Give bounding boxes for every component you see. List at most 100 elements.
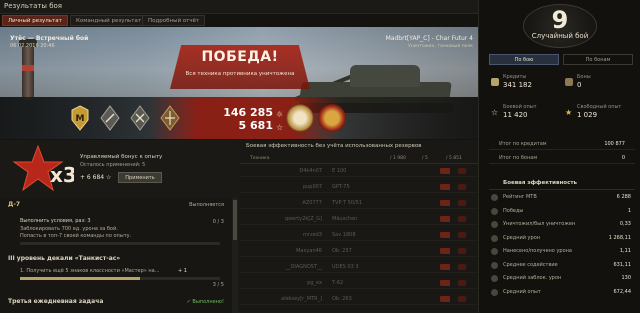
stat-label: Уничтожил/был уничтожен bbox=[503, 221, 576, 227]
earnings: 146 285 5 681 bbox=[203, 106, 273, 132]
table-row[interactable]: pup007 GPT-75 bbox=[240, 182, 478, 193]
damage-icon bbox=[440, 184, 450, 190]
task-code[interactable]: Д-7 bbox=[8, 201, 20, 208]
tab-by-battle[interactable]: По бою bbox=[489, 54, 559, 65]
bonds-icon bbox=[565, 78, 573, 86]
total-row: Итог по кредитам 100 877 bbox=[489, 140, 635, 150]
column-header[interactable]: Техника bbox=[250, 156, 270, 161]
damage-icon bbox=[440, 232, 450, 238]
task-progress: 0 / 3 bbox=[212, 219, 224, 225]
bonds-value: 0 bbox=[577, 81, 582, 89]
stat-icon bbox=[491, 261, 498, 269]
vehicle-name: Ob. 257 bbox=[332, 248, 352, 254]
bonus-multiplier: x3 bbox=[50, 163, 74, 187]
player-name: Maxyan46 bbox=[296, 248, 322, 254]
stat-value: 1 268,11 bbox=[608, 234, 631, 241]
stat-value: 1 bbox=[627, 207, 631, 214]
efficiency-row: Рейтинг МТВ 6 288 bbox=[489, 192, 635, 204]
table-row[interactable]: pg_ex Т-62 bbox=[240, 278, 478, 289]
award-medal-icon[interactable] bbox=[318, 104, 346, 132]
task-status: Выполняется bbox=[189, 202, 224, 208]
window-title: Результаты боя bbox=[4, 2, 62, 10]
vehicle-name: Ob. 263 bbox=[332, 296, 352, 302]
task-title[interactable]: III уровень декали «Танкист-ас» bbox=[8, 255, 120, 262]
efficiency-row: Среднее содействие 631,11 bbox=[489, 260, 635, 272]
table-row[interactable]: Maxyan46 Ob. 257 bbox=[240, 246, 478, 257]
apply-bonus-button[interactable]: Применить bbox=[118, 172, 162, 183]
total-label: Итог по кредитам bbox=[499, 141, 547, 147]
player-name: mrzed3 bbox=[303, 232, 322, 238]
mastery-badge-icon[interactable]: M bbox=[70, 105, 90, 131]
achievement-icon[interactable] bbox=[160, 105, 180, 131]
task-scrollbar[interactable] bbox=[232, 198, 238, 313]
task-progress-fill bbox=[20, 277, 140, 280]
column-header[interactable]: / 5 bbox=[422, 156, 428, 161]
task-progress-bar bbox=[20, 277, 220, 280]
efficiency-header[interactable]: Боевая эффективность bbox=[489, 178, 635, 190]
table-row[interactable]: D4k4n07 E 100 bbox=[240, 166, 478, 177]
task-progress-bar bbox=[20, 242, 220, 245]
total-value: 0 bbox=[621, 155, 625, 161]
tab-bar: Личный результат Командный результат Под… bbox=[0, 14, 478, 26]
tab-team[interactable]: Командный результат bbox=[70, 15, 148, 26]
summary-tabs: По бою По бонам bbox=[489, 54, 635, 66]
bonds-label: Боны bbox=[577, 74, 591, 80]
bonus-remaining: Осталось применений: 5 bbox=[80, 162, 146, 168]
achievement-icon[interactable] bbox=[130, 105, 150, 131]
scrollbar-thumb[interactable] bbox=[233, 200, 237, 240]
total-row: Итог по бонам 0 bbox=[489, 154, 635, 164]
stat-icon bbox=[491, 248, 498, 255]
vehicle-name: Т-62 bbox=[332, 280, 344, 286]
damage-icon bbox=[440, 200, 450, 206]
kill-icon bbox=[458, 168, 466, 174]
stat-value: 130 bbox=[621, 275, 631, 281]
map-name: Утёс — Встречный бой bbox=[10, 35, 89, 42]
credits-icon: ☼ bbox=[276, 110, 284, 119]
kill-icon bbox=[458, 264, 466, 270]
tier-number: 9 bbox=[551, 6, 569, 34]
xp-icon: ☆ bbox=[276, 123, 284, 132]
stat-icon bbox=[491, 275, 498, 282]
stat-label: Нанесено/получено урона bbox=[503, 248, 572, 254]
medal-row: M bbox=[70, 105, 190, 133]
stat-label: Среднее содействие bbox=[503, 261, 558, 268]
player-name: qwerty2k[Z_G] bbox=[284, 216, 322, 222]
kill-icon bbox=[458, 184, 466, 190]
achievement-icon[interactable] bbox=[100, 105, 120, 131]
total-label: Итог по бонам bbox=[499, 155, 538, 161]
vehicle-name: UDES 03 3 bbox=[332, 264, 359, 270]
tab-personal[interactable]: Личный результат bbox=[2, 15, 68, 26]
xp-earned: 5 681 bbox=[238, 119, 273, 132]
damage-icon bbox=[440, 280, 450, 286]
stat-icon bbox=[491, 221, 498, 228]
efficiency-row: Нанесено/получено урона 1,11 bbox=[489, 246, 635, 258]
free-xp-label: Свободный опыт bbox=[577, 104, 622, 110]
column-header[interactable]: / 1 980 bbox=[390, 156, 406, 161]
table-row[interactable]: qwerty2k[Z_G] Mäuschen bbox=[240, 214, 478, 225]
stat-value: 0,33 bbox=[619, 221, 631, 227]
killed-by: Уничтожен, танковый полк bbox=[408, 44, 473, 49]
tab-by-bonds[interactable]: По бонам bbox=[563, 54, 633, 65]
table-row[interactable]: __DIAGNOST__ UDES 03 3 bbox=[240, 262, 478, 273]
award-medal-icon[interactable] bbox=[286, 104, 314, 132]
stat-value: 6 288 bbox=[616, 194, 631, 200]
damage-icon bbox=[440, 296, 450, 302]
task-desc: Попасть в топ-7 своей команды по опыту. bbox=[20, 233, 132, 239]
tab-details[interactable]: Подробный отчёт bbox=[142, 15, 206, 26]
credits-value: 341 182 bbox=[503, 81, 532, 89]
table-row[interactable]: mrzed3 Sav 1808 bbox=[240, 230, 478, 241]
lighthouse-image bbox=[19, 39, 37, 100]
task-status: ✓ Выполнено! bbox=[186, 299, 224, 305]
kill-icon bbox=[458, 296, 466, 302]
task-desc: Заблокировать 700 ед. урона за бой. bbox=[20, 226, 118, 232]
table-row[interactable]: AZ0777 TVP T 50/51 bbox=[240, 198, 478, 209]
stat-label: Средний урон bbox=[503, 234, 541, 241]
table-row[interactable]: aleksey[r_MTR_] Ob. 263 bbox=[240, 294, 478, 305]
vehicle-name: GPT-75 bbox=[332, 184, 350, 190]
total-value: 100 877 bbox=[604, 141, 625, 147]
task-list: Д-7 Выполняется Выполнить условия, раз: … bbox=[0, 198, 232, 313]
stat-icon bbox=[491, 288, 498, 296]
column-header[interactable]: / 5 851 bbox=[446, 156, 462, 161]
player-name: aleksey[r_MTR_] bbox=[281, 296, 322, 302]
task-title[interactable]: Третья ежедневная задача bbox=[8, 298, 103, 305]
